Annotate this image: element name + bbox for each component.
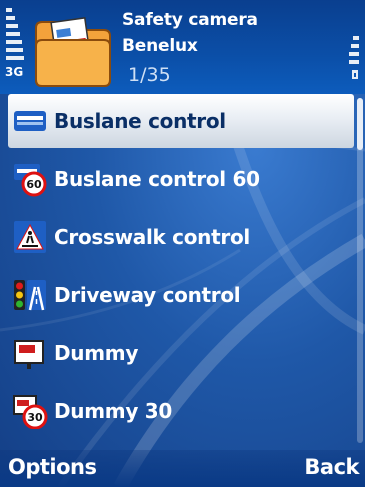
title-line-2: Benelux — [122, 36, 198, 56]
folder-camera-icon — [35, 17, 111, 87]
list-item-label: Driveway control — [54, 283, 241, 307]
item-counter: 1/35 — [128, 64, 171, 86]
list-item-crosswalk-control[interactable]: Crosswalk control — [8, 210, 354, 264]
list-item-dummy-30[interactable]: 30 Dummy 30 — [8, 384, 354, 438]
header-bar: 3G Safety camera Benelux 1/35 — [0, 0, 365, 94]
list-item-label: Buslane control 60 — [54, 167, 260, 191]
list-item-label: Dummy — [54, 341, 139, 365]
dummy-camera-icon — [14, 340, 44, 369]
bus-lane-icon — [14, 111, 46, 131]
screen: 3G Safety camera Benelux 1/35 Buslane co… — [0, 0, 365, 487]
list-item-buslane-control-60[interactable]: 60 Buslane control 60 — [8, 152, 354, 206]
driveway-icon — [14, 280, 46, 311]
list-item-dummy[interactable]: Dummy — [8, 326, 354, 380]
title-line-1: Safety camera — [122, 10, 258, 30]
scrollbar-thumb[interactable] — [357, 98, 363, 150]
signal-strength-icon — [6, 8, 24, 66]
scrollbar[interactable] — [357, 98, 363, 443]
list-item-driveway-control[interactable]: Driveway control — [8, 268, 354, 322]
list-item-label: Dummy 30 — [54, 399, 172, 423]
svg-text:30: 30 — [27, 411, 43, 424]
list-item-label: Crosswalk control — [54, 225, 250, 249]
bus-lane-60-icon: 60 — [14, 164, 47, 197]
options-softkey[interactable]: Options — [8, 455, 97, 479]
dummy-30-icon: 30 — [13, 395, 48, 429]
back-softkey[interactable]: Back — [304, 455, 359, 479]
list-item-buslane-control[interactable]: Buslane control — [8, 94, 354, 148]
network-type-label: 3G — [5, 65, 24, 79]
battery-icon — [349, 36, 359, 84]
list-item-label: Buslane control — [54, 109, 226, 133]
svg-text:60: 60 — [26, 178, 42, 191]
crosswalk-icon — [14, 221, 46, 253]
